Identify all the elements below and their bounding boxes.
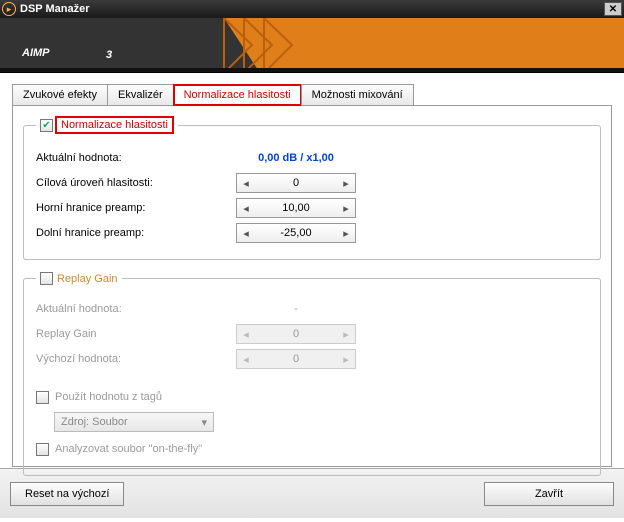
normalization-checkbox[interactable]: ✔ bbox=[40, 119, 53, 132]
tab-sound-effects[interactable]: Zvukové efekty bbox=[12, 84, 108, 106]
rg-gain-spinner: ◂ 0 ▸ bbox=[236, 324, 356, 344]
tab-mixing[interactable]: Možnosti mixování bbox=[301, 84, 414, 106]
chevron-right-icon: ▸ bbox=[337, 353, 355, 366]
chevron-right-icon[interactable]: ▸ bbox=[337, 177, 355, 190]
close-icon[interactable]: ✕ bbox=[604, 2, 622, 16]
rg-gain-label: Replay Gain bbox=[36, 328, 236, 340]
analyze-label: Analyzovat soubor "on-the-fly" bbox=[55, 443, 202, 455]
chevron-right-icon: ▸ bbox=[337, 328, 355, 341]
rg-default-label: Výchozí hodnota: bbox=[36, 353, 236, 365]
svg-text:AIMP: AIMP bbox=[21, 47, 50, 59]
target-level-spinner[interactable]: ◂ 0 ▸ bbox=[236, 173, 356, 193]
current-value: 0,00 dB / x1,00 bbox=[236, 152, 356, 164]
replaygain-checkbox[interactable]: ✔ bbox=[40, 272, 53, 285]
tab-panel: ✔ Normalizace hlasitosti Aktuální hodnot… bbox=[12, 105, 612, 467]
normalization-title: Normalizace hlasitosti bbox=[55, 116, 174, 134]
chevron-left-icon[interactable]: ◂ bbox=[237, 202, 255, 215]
analyze-checkbox: ✔ bbox=[36, 443, 49, 456]
replaygain-title: Replay Gain bbox=[57, 273, 118, 285]
upper-preamp-spinner[interactable]: ◂ 10,00 ▸ bbox=[236, 198, 356, 218]
lower-preamp-spinner[interactable]: ◂ -25,00 ▸ bbox=[236, 223, 356, 243]
app-icon: ▸ bbox=[2, 2, 16, 16]
chevron-left-icon[interactable]: ◂ bbox=[237, 177, 255, 190]
tab-normalization[interactable]: Normalizace hlasitosti bbox=[173, 84, 302, 106]
window-title: DSP Manažer bbox=[20, 3, 604, 15]
chevron-left-icon: ◂ bbox=[237, 353, 255, 366]
use-tags-checkbox: ✔ bbox=[36, 391, 49, 404]
svg-text:3: 3 bbox=[106, 49, 112, 61]
normalization-group: ✔ Normalizace hlasitosti Aktuální hodnot… bbox=[23, 116, 601, 260]
current-value-label: Aktuální hodnota: bbox=[36, 152, 236, 164]
rg-default-spinner: ◂ 0 ▸ bbox=[236, 349, 356, 369]
tab-equalizer[interactable]: Ekvalizér bbox=[107, 84, 174, 106]
chevron-left-icon: ◂ bbox=[237, 328, 255, 341]
target-level-label: Cílová úroveň hlasitosti: bbox=[36, 177, 236, 189]
tab-bar: Zvukové efekty Ekvalizér Normalizace hla… bbox=[12, 83, 612, 105]
titlebar: ▸ DSP Manažer ✕ bbox=[0, 0, 624, 18]
close-button[interactable]: Zavřít bbox=[484, 482, 614, 506]
use-tags-label: Použít hodnotu z tagů bbox=[55, 391, 162, 403]
lower-preamp-label: Dolní hranice preamp: bbox=[36, 227, 236, 239]
content-area: Zvukové efekty Ekvalizér Normalizace hla… bbox=[0, 73, 624, 468]
upper-preamp-label: Horní hranice preamp: bbox=[36, 202, 236, 214]
replaygain-group: ✔ Replay Gain Aktuální hodnota: - Replay… bbox=[23, 272, 601, 476]
rg-current-value: - bbox=[236, 303, 356, 315]
source-combo: Zdroj: Soubor ▾ bbox=[54, 412, 214, 432]
app-banner: AIMP 3 bbox=[0, 18, 624, 73]
reset-button[interactable]: Reset na výchozí bbox=[10, 482, 124, 506]
rg-current-label: Aktuální hodnota: bbox=[36, 303, 236, 315]
chevron-right-icon[interactable]: ▸ bbox=[337, 227, 355, 240]
chevron-right-icon[interactable]: ▸ bbox=[337, 202, 355, 215]
chevron-left-icon[interactable]: ◂ bbox=[237, 227, 255, 240]
chevron-down-icon: ▾ bbox=[201, 416, 207, 429]
